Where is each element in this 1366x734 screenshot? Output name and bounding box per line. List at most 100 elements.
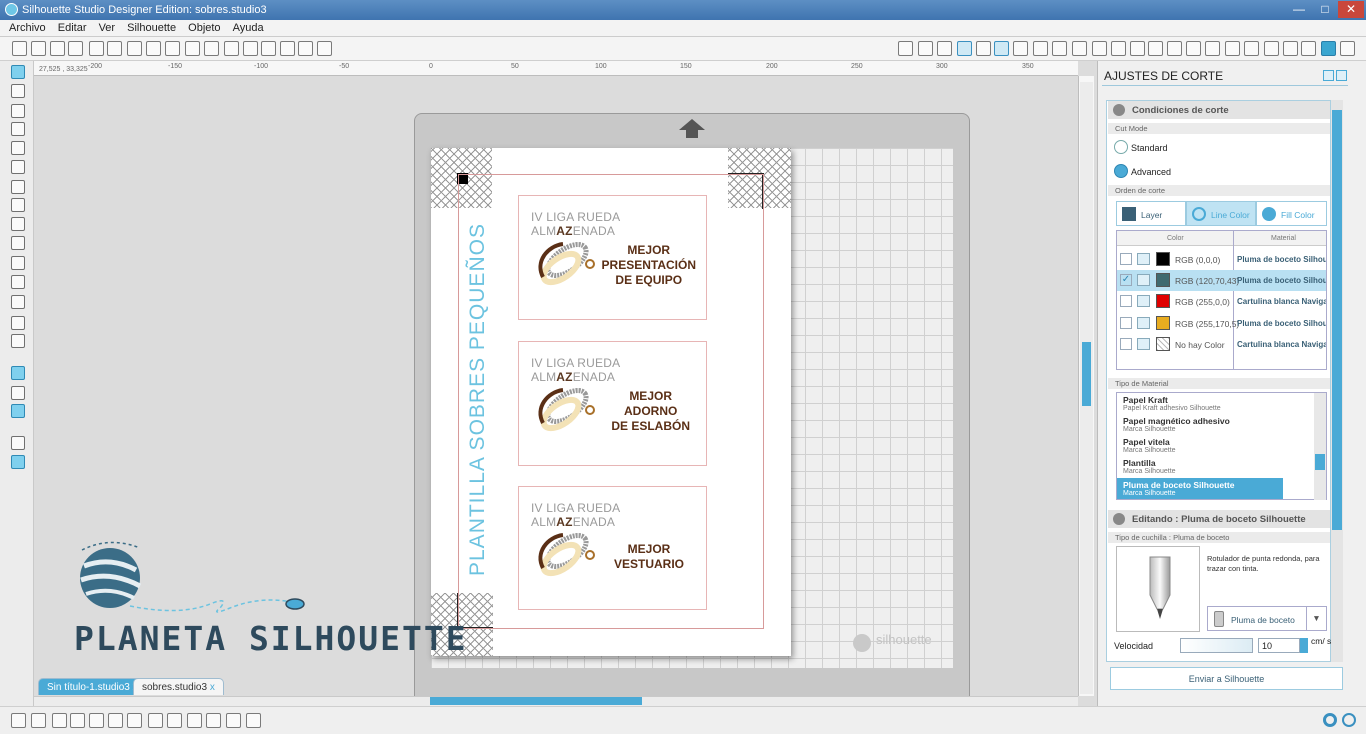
save-as-icon[interactable] <box>68 41 83 56</box>
tab-sobres[interactable]: sobres.studio3 x <box>133 678 224 695</box>
ellipse-tool-icon[interactable] <box>11 160 25 174</box>
freehand-tool-icon[interactable] <box>11 217 25 231</box>
grid-icon[interactable] <box>1283 41 1298 56</box>
row-checkbox[interactable] <box>1120 338 1132 350</box>
material-item-selected[interactable]: Pluma de boceto Silhouette Marca Silhouet… <box>1117 478 1283 499</box>
eraser-tool-icon[interactable] <box>11 316 25 330</box>
fill-pattern-icon[interactable] <box>957 41 972 56</box>
menu-editar[interactable]: Editar <box>58 22 87 34</box>
order-layer-button[interactable]: Layer <box>1116 201 1186 226</box>
cut-icon[interactable] <box>165 41 180 56</box>
release-compound-icon[interactable] <box>70 713 85 728</box>
envelope-card[interactable]: IV LIGA RUEDA ALMAZENADA MEJOR VESTUARIO <box>518 486 707 610</box>
pentagon-tool-icon[interactable] <box>11 275 25 289</box>
color-row[interactable]: RGB (255,0,0) Cartulina blanca Navigator <box>1117 291 1326 312</box>
color-material[interactable]: Pluma de boceto Silhouette <box>1237 255 1326 264</box>
make-compound-icon[interactable] <box>226 713 241 728</box>
bring-front-icon[interactable] <box>148 713 163 728</box>
shadow-icon[interactable] <box>1052 41 1067 56</box>
scale-icon[interactable] <box>1205 41 1220 56</box>
panel-collapse-icon[interactable] <box>1323 70 1334 81</box>
polygon-tool-icon[interactable] <box>11 180 25 194</box>
print-icon[interactable] <box>89 41 104 56</box>
rectangle-tool-icon[interactable] <box>11 122 25 136</box>
drag-zoom-icon[interactable] <box>298 41 313 56</box>
weld-icon[interactable] <box>89 713 104 728</box>
zoom-select-icon[interactable] <box>280 41 295 56</box>
settings-gear-icon[interactable] <box>1323 713 1337 727</box>
zoom-in-icon[interactable] <box>243 41 258 56</box>
compound-icon[interactable] <box>52 713 67 728</box>
pan-icon[interactable] <box>224 41 239 56</box>
offset-icon[interactable] <box>1148 41 1163 56</box>
line-style-icon[interactable] <box>1033 41 1048 56</box>
collapse-icon[interactable] <box>1113 104 1125 116</box>
rotate-icon[interactable] <box>1264 41 1279 56</box>
library-icon[interactable] <box>1244 41 1259 56</box>
color-row[interactable]: No hay Color Cartulina blanca Navigator <box>1117 334 1326 355</box>
save-icon[interactable] <box>50 41 65 56</box>
menu-ayuda[interactable]: Ayuda <box>233 22 264 34</box>
panel-pin-icon[interactable] <box>1336 70 1347 81</box>
design-view-icon[interactable] <box>11 366 25 380</box>
send-icon[interactable] <box>1340 41 1355 56</box>
row-checkbox[interactable] <box>1120 295 1132 307</box>
speed-stepper[interactable] <box>1300 638 1308 653</box>
menu-archivo[interactable]: Archivo <box>9 22 46 34</box>
fill-color-icon[interactable] <box>898 41 913 56</box>
speed-input[interactable]: 10 <box>1258 638 1300 653</box>
color-row[interactable]: RGB (0,0,0) Pluma de boceto Silhouette <box>1117 249 1326 270</box>
order-fill-color-button[interactable]: Fill Color <box>1256 201 1327 226</box>
split-view-icon[interactable] <box>11 455 25 469</box>
text-tool-icon[interactable] <box>11 295 25 309</box>
color-material[interactable]: Cartulina blanca Navigator <box>1237 340 1326 349</box>
arc-tool-icon[interactable] <box>11 256 25 270</box>
open-icon[interactable] <box>31 41 46 56</box>
new-icon[interactable] <box>12 41 27 56</box>
tab-sin-titulo[interactable]: Sin título-1.studio3 x <box>38 678 147 695</box>
line-color-icon[interactable] <box>976 41 991 56</box>
duplicate-icon[interactable] <box>108 713 123 728</box>
color-row[interactable]: ✓ RGB (120,70,43) Pluma de boceto Silhou… <box>1117 270 1326 291</box>
knife-tool-icon[interactable] <box>11 334 25 348</box>
gradient-icon[interactable] <box>1013 41 1028 56</box>
collapse-icon[interactable] <box>1113 513 1125 525</box>
cut-settings-icon[interactable] <box>1321 41 1336 56</box>
row-checkbox-checked[interactable]: ✓ <box>1120 274 1132 286</box>
copy-icon[interactable] <box>127 41 142 56</box>
page-setup-icon[interactable] <box>918 41 933 56</box>
color-material[interactable]: Pluma de boceto Silhouette <box>1237 276 1326 285</box>
layers-icon[interactable] <box>1301 41 1316 56</box>
color-material[interactable]: Pluma de boceto Silhouette <box>1237 319 1326 328</box>
send-backward-icon[interactable] <box>206 713 221 728</box>
vertical-scroll-thumb[interactable] <box>1082 342 1091 406</box>
transform-icon[interactable] <box>1092 41 1107 56</box>
library-view-icon[interactable] <box>11 386 25 400</box>
menu-silhouette[interactable]: Silhouette <box>127 22 176 34</box>
point-edit-icon[interactable] <box>11 84 25 98</box>
horizontal-scroll-thumb[interactable] <box>430 697 642 705</box>
speed-slider[interactable] <box>1180 638 1253 653</box>
rotate-view-icon[interactable] <box>246 713 261 728</box>
tool-select-dropdown[interactable]: Pluma de boceto ▼ <box>1207 606 1327 631</box>
replicate-icon[interactable] <box>1111 41 1126 56</box>
panel-scroll-thumb[interactable] <box>1332 110 1342 530</box>
add-material-button[interactable]: + <box>1283 484 1291 499</box>
print-cut-icon[interactable] <box>107 41 122 56</box>
close-button[interactable]: ✕ <box>1338 1 1364 18</box>
undo-icon[interactable] <box>185 41 200 56</box>
paste-icon[interactable] <box>146 41 161 56</box>
trace-icon[interactable] <box>1167 41 1182 56</box>
zoom-out-icon[interactable] <box>261 41 276 56</box>
line-tool-icon[interactable] <box>11 104 25 118</box>
menu-ver[interactable]: Ver <box>99 22 116 34</box>
tab-close-icon[interactable]: x <box>210 682 215 693</box>
modify-icon[interactable] <box>1130 41 1145 56</box>
row-checkbox[interactable] <box>1120 317 1132 329</box>
online-store-icon[interactable] <box>11 404 25 418</box>
align-icon[interactable] <box>1186 41 1201 56</box>
select-tool-icon[interactable] <box>11 65 25 79</box>
remove-material-button[interactable]: — <box>1300 484 1311 496</box>
delete-icon[interactable] <box>127 713 142 728</box>
color-row[interactable]: RGB (255,170,5) Pluma de boceto Silhouet… <box>1117 313 1326 334</box>
